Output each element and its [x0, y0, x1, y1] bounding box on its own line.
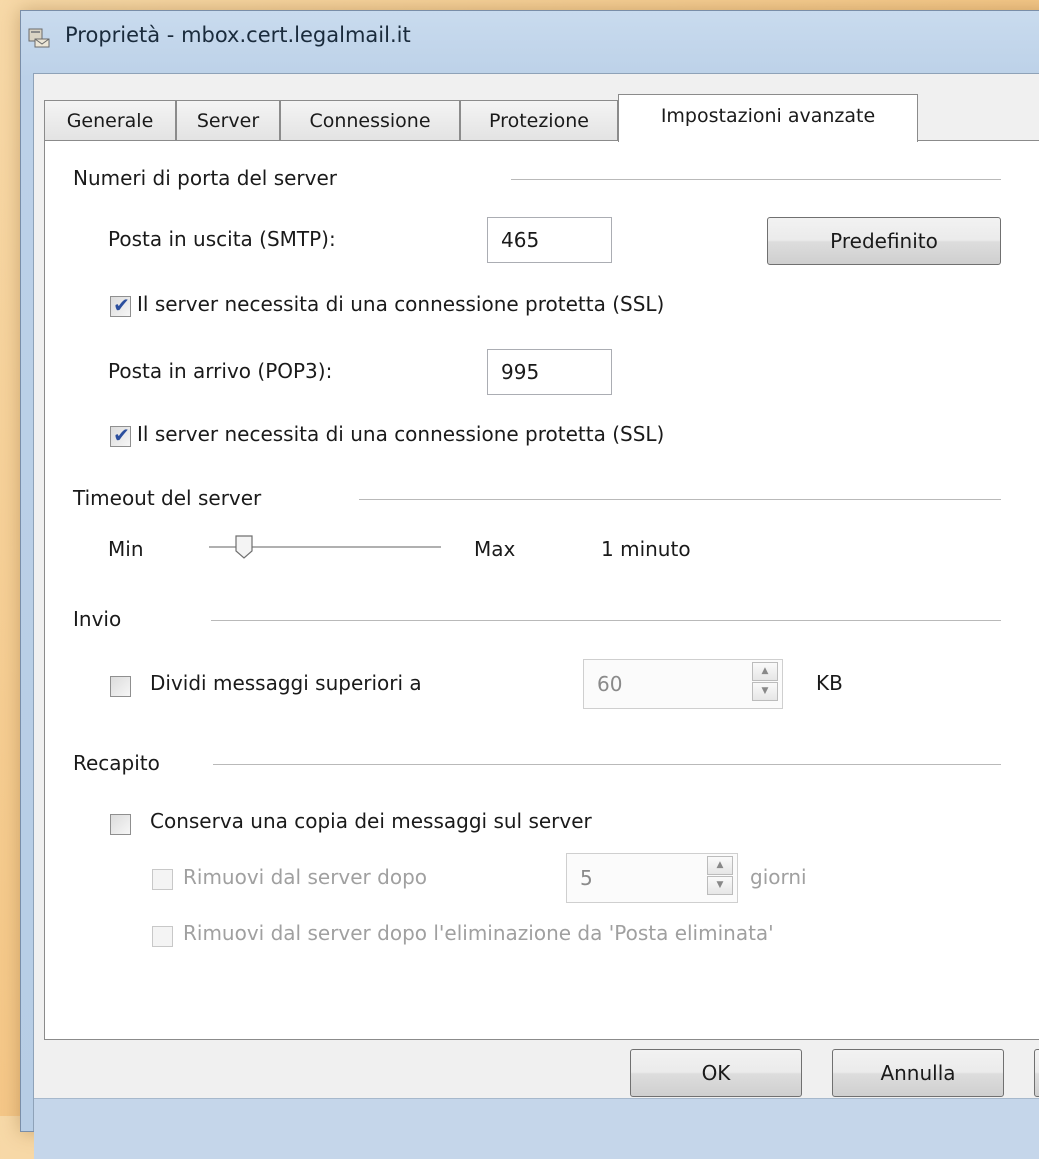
apply-button[interactable] [1034, 1049, 1039, 1097]
sending-group-label: Invio [73, 607, 122, 631]
mail-account-icon [28, 28, 50, 48]
smtp-port-label: Posta in uscita (SMTP): [108, 227, 336, 251]
remove-after-checkbox[interactable] [152, 869, 173, 890]
remove-after-label: Rimuovi dal server dopo [183, 865, 427, 889]
pop3-ssl-label: Il server necessita di una connessione p… [137, 422, 665, 446]
split-size-unit: KB [816, 671, 843, 695]
remove-after-days-spinner[interactable]: ▲ ▼ [707, 856, 735, 900]
split-messages-label: Dividi messaggi superiori a [150, 671, 422, 695]
pop3-port-label: Posta in arrivo (POP3): [108, 359, 333, 383]
dialog-client-area: Generale Server Connessione Protezione I… [33, 73, 1039, 1159]
properties-window: Proprietà - mbox.cert.legalmail.it Gener… [20, 10, 1039, 1159]
split-size-value: 60 [597, 672, 623, 696]
smtp-ssl-label: Il server necessita di una connessione p… [137, 292, 665, 316]
remove-after-days-stepper[interactable]: 5 ▲ ▼ [566, 853, 738, 903]
spin-up-icon[interactable]: ▲ [752, 662, 778, 681]
window-title: Proprietà - mbox.cert.legalmail.it [65, 23, 411, 47]
checkmark-icon: ✔ [113, 423, 130, 447]
smtp-ssl-checkbox[interactable]: ✔ [110, 293, 131, 317]
split-size-stepper[interactable]: 60 ▲ ▼ [583, 659, 783, 709]
advanced-settings-panel: Numeri di porta del server Posta in usci… [44, 140, 1039, 1040]
remove-after-days-value: 5 [580, 866, 593, 890]
spin-down-icon[interactable]: ▼ [707, 876, 733, 895]
timeout-group-divider [359, 499, 1001, 500]
keep-copy-label: Conserva una copia dei messaggi sul serv… [150, 809, 592, 833]
ok-button[interactable]: OK [630, 1049, 802, 1097]
timeout-value: 1 minuto [601, 537, 691, 561]
ports-group-label: Numeri di porta del server [73, 166, 338, 190]
delivery-group-label: Recapito [73, 751, 160, 775]
tab-protezione[interactable]: Protezione [460, 100, 618, 140]
timeout-min-label: Min [108, 537, 144, 561]
tab-generale[interactable]: Generale [44, 100, 176, 140]
remove-deleted-checkbox[interactable] [152, 926, 173, 947]
delivery-group-divider [213, 764, 1001, 765]
default-ports-button[interactable]: Predefinito [767, 217, 1001, 265]
timeout-slider-thumb[interactable] [234, 535, 254, 559]
window-bottom-frame [34, 1098, 1039, 1159]
title-bar[interactable]: Proprietà - mbox.cert.legalmail.it [21, 11, 1039, 63]
cancel-button[interactable]: Annulla [832, 1049, 1004, 1097]
split-size-spinner[interactable]: ▲ ▼ [752, 662, 780, 706]
pop3-port-input[interactable]: 995 [487, 349, 612, 395]
remove-deleted-label: Rimuovi dal server dopo l'eliminazione d… [183, 921, 774, 945]
tab-connessione[interactable]: Connessione [280, 100, 460, 140]
split-messages-checkbox[interactable] [110, 676, 131, 697]
pop3-ssl-checkbox[interactable]: ✔ [110, 423, 131, 447]
spin-up-icon[interactable]: ▲ [707, 856, 733, 875]
spin-down-icon[interactable]: ▼ [752, 682, 778, 701]
ports-group-divider [511, 179, 1001, 180]
days-label: giorni [750, 865, 807, 889]
keep-copy-checkbox[interactable] [110, 814, 131, 835]
checkmark-icon: ✔ [113, 293, 130, 317]
smtp-port-input[interactable]: 465 [487, 217, 612, 263]
tab-impostazioni-avanzate[interactable]: Impostazioni avanzate [618, 94, 918, 142]
timeout-max-label: Max [474, 537, 516, 561]
tab-server[interactable]: Server [176, 100, 280, 140]
sending-group-divider [211, 620, 1001, 621]
timeout-group-label: Timeout del server [73, 486, 262, 510]
